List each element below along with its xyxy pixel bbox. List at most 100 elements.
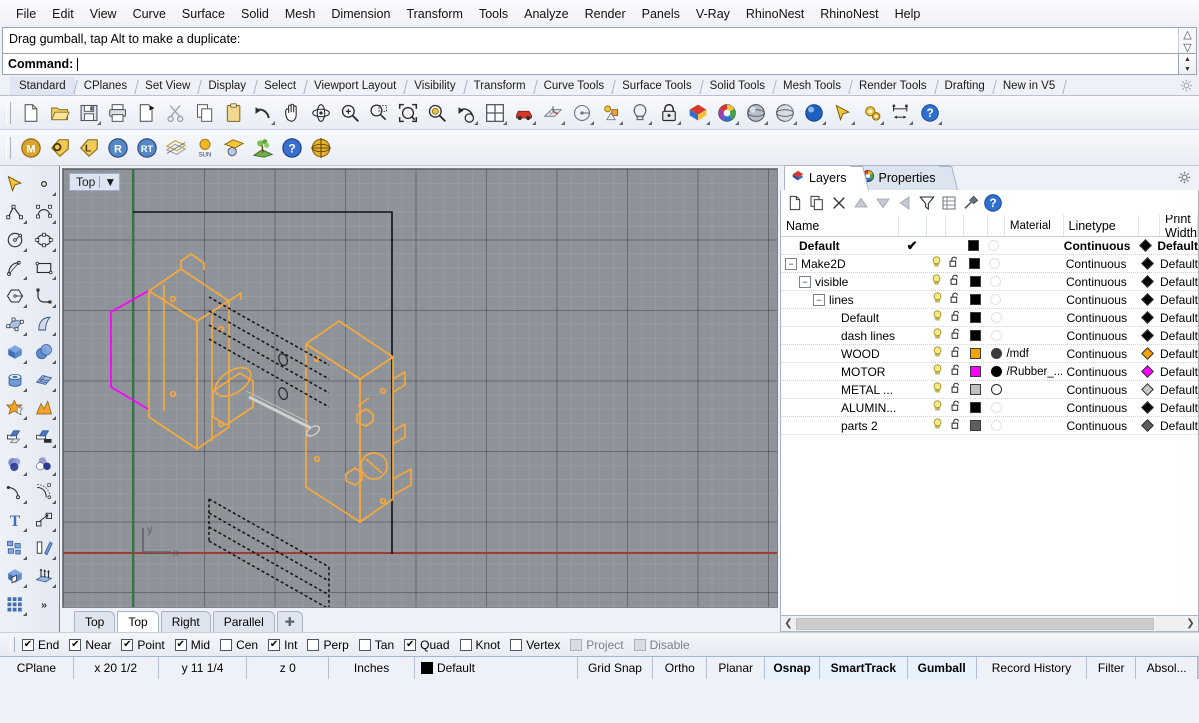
layer-printwidth-swatch[interactable] xyxy=(1137,365,1158,378)
layer-row[interactable]: WOOD/mdf Continuous Default xyxy=(781,345,1198,363)
layer-printwidth[interactable]: Default xyxy=(1158,401,1198,415)
layer-printwidth[interactable]: Default xyxy=(1158,347,1198,361)
layer-linetype[interactable]: Continuous xyxy=(1062,293,1137,307)
layer-row[interactable]: − lines Continuous Default xyxy=(781,291,1198,309)
osnap-vertex[interactable]: Vertex xyxy=(510,638,560,652)
menu-item-surface[interactable]: Surface xyxy=(174,4,233,24)
toolbar-tab-mesh-tools[interactable]: Mesh Tools xyxy=(774,77,850,95)
viewport-tab-parallel-3[interactable]: Parallel xyxy=(212,611,275,632)
layer-color-swatch[interactable] xyxy=(962,240,985,251)
flyout-indicator[interactable] xyxy=(677,121,681,125)
checkbox[interactable] xyxy=(633,638,646,651)
flyout-indicator[interactable] xyxy=(23,584,27,588)
checkbox[interactable] xyxy=(358,638,371,651)
layer-row[interactable]: dash lines Continuous Default xyxy=(781,327,1198,345)
flyout-indicator[interactable] xyxy=(735,121,739,125)
left-toolbar-button-split[interactable] xyxy=(29,422,58,450)
toolbar-button-shaded-sphere[interactable] xyxy=(741,98,770,127)
flyout-indicator[interactable] xyxy=(23,276,27,280)
toolbar-tab-select[interactable]: Select xyxy=(255,77,305,95)
layer-material-name[interactable]: /Rubber_... xyxy=(1004,366,1062,378)
layer-lock-toggle[interactable] xyxy=(947,400,965,415)
left-toolbar-button-circle[interactable] xyxy=(0,226,29,254)
flyout-indicator[interactable] xyxy=(23,528,27,532)
flyout-indicator[interactable] xyxy=(271,121,275,125)
menu-item-transform[interactable]: Transform xyxy=(398,4,471,24)
left-toolbar-button-offset-curve[interactable] xyxy=(29,478,58,506)
layer-color-swatch[interactable] xyxy=(964,348,987,359)
layers-toolbar-help[interactable]: ? xyxy=(982,192,1004,213)
viewport-tab-right-2[interactable]: Right xyxy=(160,611,211,632)
left-toolbar-button-mesh-plane[interactable] xyxy=(29,366,58,394)
flyout-indicator[interactable] xyxy=(23,472,27,476)
toolbar-button-copy[interactable] xyxy=(190,98,219,127)
toolbar-grip[interactable] xyxy=(6,136,11,159)
toolbar-button-zoom-in[interactable] xyxy=(335,98,364,127)
left-toolbar-button-rectangle[interactable] xyxy=(29,254,58,282)
layer-name-cell[interactable]: Default xyxy=(781,239,898,253)
toolbar-button-set-cplane[interactable] xyxy=(567,98,596,127)
menu-item-curve[interactable]: Curve xyxy=(125,4,174,24)
layer-printwidth-swatch[interactable] xyxy=(1137,347,1158,360)
menu-item-help[interactable]: Help xyxy=(887,4,929,24)
layer-printwidth-swatch[interactable] xyxy=(1137,329,1158,342)
layer-name-cell[interactable]: MOTOR xyxy=(781,365,901,379)
layers-toolbar-move-up[interactable] xyxy=(850,192,872,213)
flyout-indicator[interactable] xyxy=(619,121,623,125)
layer-linetype[interactable]: Continuous xyxy=(1062,383,1137,397)
layer-linetype[interactable]: Continuous xyxy=(1062,419,1137,433)
expander-collapse-icon[interactable]: − xyxy=(813,293,825,306)
layer-color-swatch[interactable] xyxy=(964,402,987,413)
layer-color-swatch[interactable] xyxy=(963,258,987,269)
layer-row[interactable]: Default ✔ Continuous Default xyxy=(781,237,1198,255)
status-toggle-ortho[interactable]: Ortho xyxy=(653,657,708,679)
column-header-lock[interactable] xyxy=(946,215,964,236)
layer-name-cell[interactable]: − lines xyxy=(781,293,900,307)
status-y[interactable]: y 11 1/4 xyxy=(159,657,248,679)
layer-visibility-toggle[interactable] xyxy=(929,382,947,397)
layer-visibility-toggle[interactable] xyxy=(929,310,947,325)
layer-material-swatch[interactable] xyxy=(988,312,1005,323)
toolbar-button-pan-hand[interactable] xyxy=(277,98,306,127)
flyout-indicator[interactable] xyxy=(52,444,56,448)
left-toolbar-button-group-objects[interactable] xyxy=(0,534,29,562)
column-header-current[interactable] xyxy=(899,215,928,236)
toolbar-button-color-wheel[interactable] xyxy=(712,98,741,127)
flyout-indicator[interactable] xyxy=(52,416,56,420)
layer-printwidth[interactable]: Default xyxy=(1158,257,1198,271)
layer-name-cell[interactable]: − Make2D xyxy=(781,257,899,271)
toolbar-button-properties-page[interactable] xyxy=(132,98,161,127)
layer-lock-toggle[interactable] xyxy=(947,346,965,361)
toolbar-button-four-viewport[interactable] xyxy=(480,98,509,127)
toolbar-button-zoom-extents[interactable] xyxy=(393,98,422,127)
layer-visibility-toggle[interactable] xyxy=(928,292,946,307)
flyout-indicator[interactable] xyxy=(793,121,797,125)
toolbar-button-m-badge[interactable]: M xyxy=(16,133,45,162)
layer-name-cell[interactable]: dash lines xyxy=(781,329,901,343)
toolbar-button-print[interactable] xyxy=(103,98,132,127)
menu-item-file[interactable]: File xyxy=(8,4,44,24)
layer-lock-toggle[interactable] xyxy=(946,292,964,307)
status-z[interactable]: z 0 xyxy=(247,657,330,679)
viewport-tab-add[interactable]: ✚ xyxy=(276,611,303,632)
toolbar-button-sun[interactable]: SUN xyxy=(190,133,219,162)
layer-row[interactable]: Default Continuous Default xyxy=(781,309,1198,327)
toolbar-button-l-tag[interactable]: L xyxy=(74,133,103,162)
toolbar-button-zoom-selected[interactable] xyxy=(422,98,451,127)
layer-material-swatch[interactable] xyxy=(988,348,1005,359)
toolbar-button-light-bulb[interactable] xyxy=(625,98,654,127)
left-toolbar-button-array[interactable] xyxy=(0,590,29,618)
toolbar-button-open-folder[interactable] xyxy=(45,98,74,127)
layer-printwidth[interactable]: Default xyxy=(1155,239,1198,253)
layer-material-swatch[interactable] xyxy=(987,294,1004,305)
layer-color-swatch[interactable] xyxy=(964,384,987,395)
toolbar-button-render-color[interactable] xyxy=(683,98,712,127)
left-toolbar-button-cap-solid[interactable] xyxy=(0,562,29,590)
checkbox[interactable]: ✔ xyxy=(22,638,34,651)
layer-printwidth-swatch[interactable] xyxy=(1137,311,1158,324)
left-toolbar-button-sphere-solid[interactable] xyxy=(29,338,58,366)
viewport-tab-top-0[interactable]: Top xyxy=(74,611,116,632)
toolbar-tab-standard[interactable]: Standard xyxy=(10,77,75,95)
left-toolbar-button-text-tool[interactable]: T xyxy=(0,506,29,534)
toolbar-button-save[interactable] xyxy=(74,98,103,127)
